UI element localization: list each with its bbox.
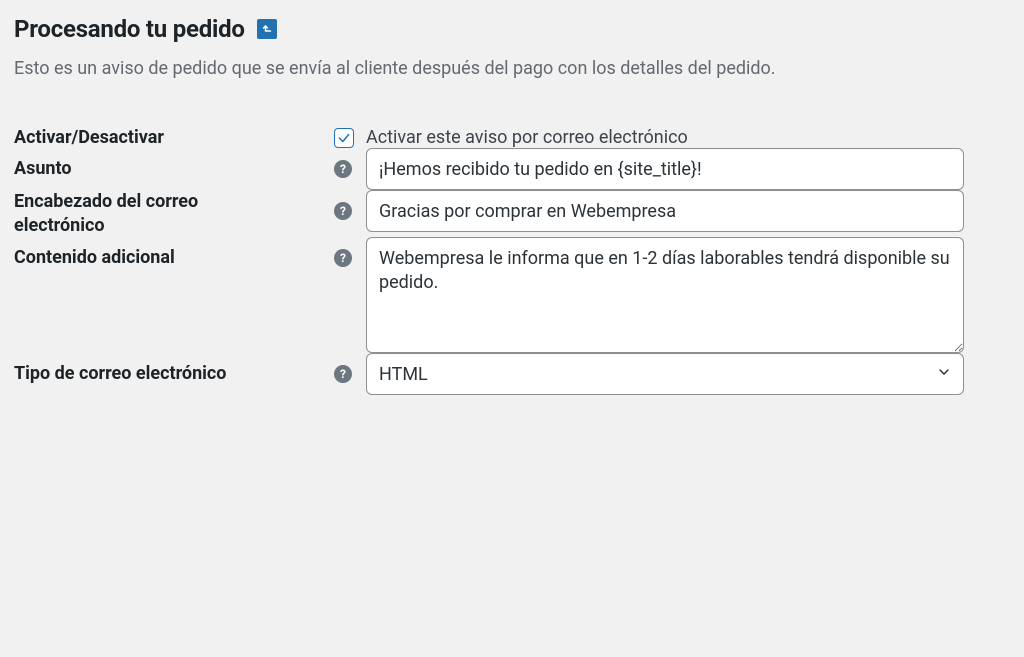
- help-icon[interactable]: ?: [334, 202, 352, 220]
- content-textarea[interactable]: [366, 237, 964, 353]
- help-icon[interactable]: ?: [334, 249, 352, 267]
- enable-checkbox[interactable]: [334, 128, 354, 148]
- enable-checkbox-label: Activar este aviso por correo electrónic…: [366, 127, 688, 148]
- back-icon[interactable]: [257, 19, 277, 39]
- page-title: Procesando tu pedido: [14, 15, 245, 43]
- email-type-label: Tipo de correo electrónico: [14, 353, 324, 384]
- page-description: Esto es un aviso de pedido que se envía …: [14, 57, 1006, 81]
- help-icon[interactable]: ?: [334, 365, 352, 383]
- subject-input[interactable]: [366, 148, 964, 190]
- heading-label: Encabezado del correo electrónico: [14, 190, 274, 237]
- help-icon[interactable]: ?: [334, 160, 352, 178]
- heading-input[interactable]: [366, 190, 964, 232]
- enable-label: Activar/Desactivar: [14, 127, 324, 148]
- content-label: Contenido adicional: [14, 237, 324, 268]
- subject-label: Asunto: [14, 148, 324, 179]
- email-type-select[interactable]: HTML: [366, 353, 964, 395]
